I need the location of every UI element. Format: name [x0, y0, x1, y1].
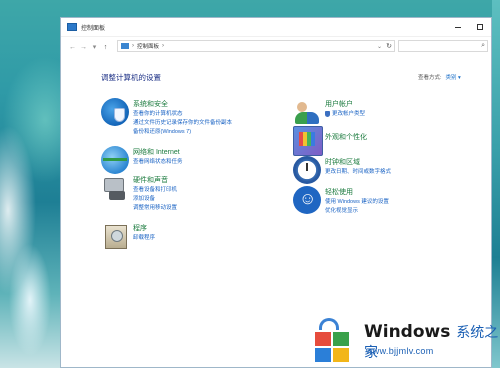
printer-icon[interactable]: [101, 174, 129, 202]
minimize-icon: [455, 26, 461, 28]
network-icon[interactable]: [101, 146, 129, 174]
programs-icon[interactable]: [101, 222, 129, 250]
chevron-right-icon[interactable]: ›: [132, 43, 134, 49]
minimize-button[interactable]: [447, 18, 469, 36]
watermark-url: www.bjjmlv.com: [366, 346, 434, 356]
category-link[interactable]: 查看你的计算机状态: [133, 109, 183, 117]
recent-dropdown-icon[interactable]: ▾: [89, 43, 100, 51]
watermark-title: Windows 系统之家: [364, 322, 500, 362]
maximize-icon: [477, 24, 483, 30]
category-network-internet: 网络和 Internet 查看网络状态和任务: [101, 146, 281, 176]
category-link[interactable]: 查看设备和打印机: [133, 185, 177, 193]
category-title[interactable]: 用户帐户: [325, 99, 353, 109]
address-bar[interactable]: › 控制面板 › ⌄ ↻: [117, 40, 395, 52]
chevron-down-icon[interactable]: ⌄: [377, 43, 382, 50]
category-appearance: 外观和个性化: [293, 126, 473, 156]
refresh-icon[interactable]: ↻: [386, 42, 392, 50]
category-link[interactable]: 更改帐户类型: [325, 109, 365, 117]
category-title[interactable]: 时钟和区域: [325, 157, 360, 167]
category-link-text[interactable]: 更改帐户类型: [332, 111, 365, 117]
chevron-right-icon[interactable]: ›: [162, 43, 164, 49]
category-link[interactable]: 更改日期、时间或数字格式: [325, 167, 391, 175]
up-arrow-icon[interactable]: ↑: [100, 44, 111, 51]
category-user-accounts: 用户帐户 更改帐户类型: [293, 98, 473, 124]
category-programs: 程序 卸载程序: [101, 222, 281, 252]
category-link[interactable]: 优化视觉显示: [325, 206, 358, 214]
uac-shield-icon: [325, 110, 330, 117]
category-title[interactable]: 外观和个性化: [325, 132, 367, 142]
category-system-security: 系统和安全 查看你的计算机状态 通过文件历史记录保存你的文件备份副本 备份和还原…: [101, 98, 281, 148]
category-title[interactable]: 轻松使用: [325, 187, 353, 197]
forward-arrow-icon[interactable]: →: [78, 44, 89, 51]
appearance-icon[interactable]: [293, 126, 323, 156]
shield-icon[interactable]: [101, 98, 129, 126]
category-ease-of-access: 轻松使用 使用 Windows 建议的设置 优化视觉显示: [293, 186, 473, 222]
category-title[interactable]: 系统和安全: [133, 99, 168, 109]
control-panel-window: 控制面板 ← → ▾ ↑ › 控制面板 › ⌄ ↻ ⌕ 调整计算机的设置 查看方…: [60, 17, 492, 368]
category-clock-region: 时钟和区域 更改日期、时间或数字格式: [293, 156, 473, 184]
category-link[interactable]: 通过文件历史记录保存你的文件备份副本: [133, 118, 232, 126]
category-hardware-sound: 硬件和声音 查看设备和打印机 添加设备 调整常用移动设置: [101, 174, 281, 219]
view-by-dropdown[interactable]: 类别 ▾: [446, 75, 461, 81]
title-bar: 控制面板: [61, 18, 491, 37]
search-input[interactable]: ⌕: [398, 40, 488, 52]
category-link[interactable]: 查看网络状态和任务: [133, 157, 183, 165]
category-title[interactable]: 网络和 Internet: [133, 147, 180, 157]
view-by-label: 查看方式:: [418, 75, 442, 81]
window-controls: [447, 18, 491, 36]
category-link[interactable]: 卸载程序: [133, 233, 155, 241]
category-link[interactable]: 调整常用移动设置: [133, 203, 177, 211]
category-title[interactable]: 程序: [133, 223, 147, 233]
windows-logo-icon: [309, 318, 357, 362]
page-title: 调整计算机的设置: [101, 73, 161, 82]
breadcrumb[interactable]: 控制面板: [137, 42, 159, 50]
view-by: 查看方式: 类别 ▾: [418, 73, 461, 81]
window-title: 控制面板: [81, 25, 106, 32]
search-icon[interactable]: ⌕: [481, 42, 485, 50]
category-link[interactable]: 备份和还原(Windows 7): [133, 127, 191, 135]
category-link[interactable]: 使用 Windows 建议的设置: [325, 197, 389, 205]
back-arrow-icon[interactable]: ←: [67, 44, 78, 51]
category-title[interactable]: 硬件和声音: [133, 175, 168, 185]
category-link[interactable]: 添加设备: [133, 194, 155, 202]
ease-of-access-icon[interactable]: [293, 186, 321, 214]
navigation-bar: ← → ▾ ↑ › 控制面板 › ⌄ ↻ ⌕: [61, 37, 491, 57]
maximize-button[interactable]: [469, 18, 491, 36]
clock-icon[interactable]: [293, 156, 321, 184]
control-panel-icon: [67, 23, 77, 31]
watermark-title-en: Windows: [364, 322, 451, 342]
desktop-edge: [492, 0, 500, 368]
control-panel-small-icon: [121, 43, 129, 49]
user-accounts-icon[interactable]: [293, 98, 321, 126]
